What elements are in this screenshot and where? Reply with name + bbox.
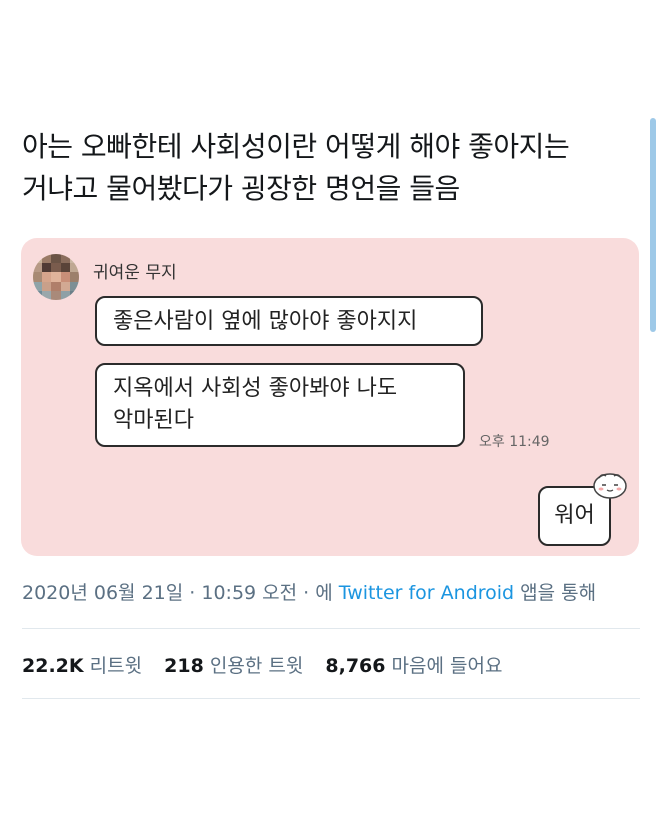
quotes-stat[interactable]: 218 인용한 트윗 [164, 655, 303, 677]
meta-suffix: 앱을 통해 [514, 582, 597, 604]
quotes-count: 218 [164, 655, 204, 677]
source-link[interactable]: Twitter for Android [339, 582, 514, 604]
message-bubble: 좋은사람이 옆에 많아야 좋아지지 [95, 296, 483, 346]
retweets-count: 22.2K [22, 655, 84, 677]
likes-stat[interactable]: 8,766 마음에 들어요 [325, 655, 502, 677]
meta-separator: · 에 [297, 582, 339, 604]
message-bubble: 지옥에서 사회성 좋아봐야 나도 악마된다 [95, 363, 465, 447]
meta-separator: · [183, 582, 202, 604]
tweet-meta: 2020년 06월 21일 · 10:59 오전 · 에 Twitter for… [22, 578, 596, 605]
divider [22, 698, 640, 699]
scrollbar[interactable] [650, 118, 656, 332]
message-text: 좋은사람이 옆에 많아야 좋아지지 [113, 309, 418, 334]
reply-text: 워어 [554, 503, 595, 528]
likes-label: 마음에 들어요 [391, 655, 503, 677]
tweet-time: 10:59 오전 [201, 582, 298, 604]
retweets-stat[interactable]: 22.2K 리트윗 [22, 655, 142, 677]
quotes-label: 인용한 트윗 [209, 655, 304, 677]
retweets-label: 리트윗 [89, 655, 143, 677]
tweet-date: 2020년 06월 21일 [22, 582, 184, 604]
message-text: 지옥에서 사회성 좋아봐야 나도 [113, 376, 398, 401]
likes-count: 8,766 [325, 655, 386, 677]
divider [22, 628, 640, 629]
tweet-text-line-1: 아는 오빠한테 사회성이란 어떻게 해야 좋아지는 [22, 130, 570, 163]
avatar [33, 254, 79, 300]
tweet-text: 아는 오빠한테 사회성이란 어떻게 해야 좋아지는 거냐고 물어봤다가 굉장한 … [22, 126, 632, 210]
tweet-stats: 22.2K 리트윗 218 인용한 트윗 8,766 마음에 들어요 [22, 651, 518, 678]
tweet-text-line-2: 거냐고 물어봤다가 굉장한 명언을 들음 [22, 172, 460, 205]
emoji-face-icon [593, 473, 627, 499]
message-text: 악마된다 [113, 408, 194, 433]
sender-name: 귀여운 무지 [93, 263, 177, 283]
chat-screenshot-image[interactable]: 귀여운 무지 좋은사람이 옆에 많아야 좋아지지 지옥에서 사회성 좋아봐야 나… [21, 238, 639, 556]
message-time: 오후 11:49 [479, 434, 550, 450]
